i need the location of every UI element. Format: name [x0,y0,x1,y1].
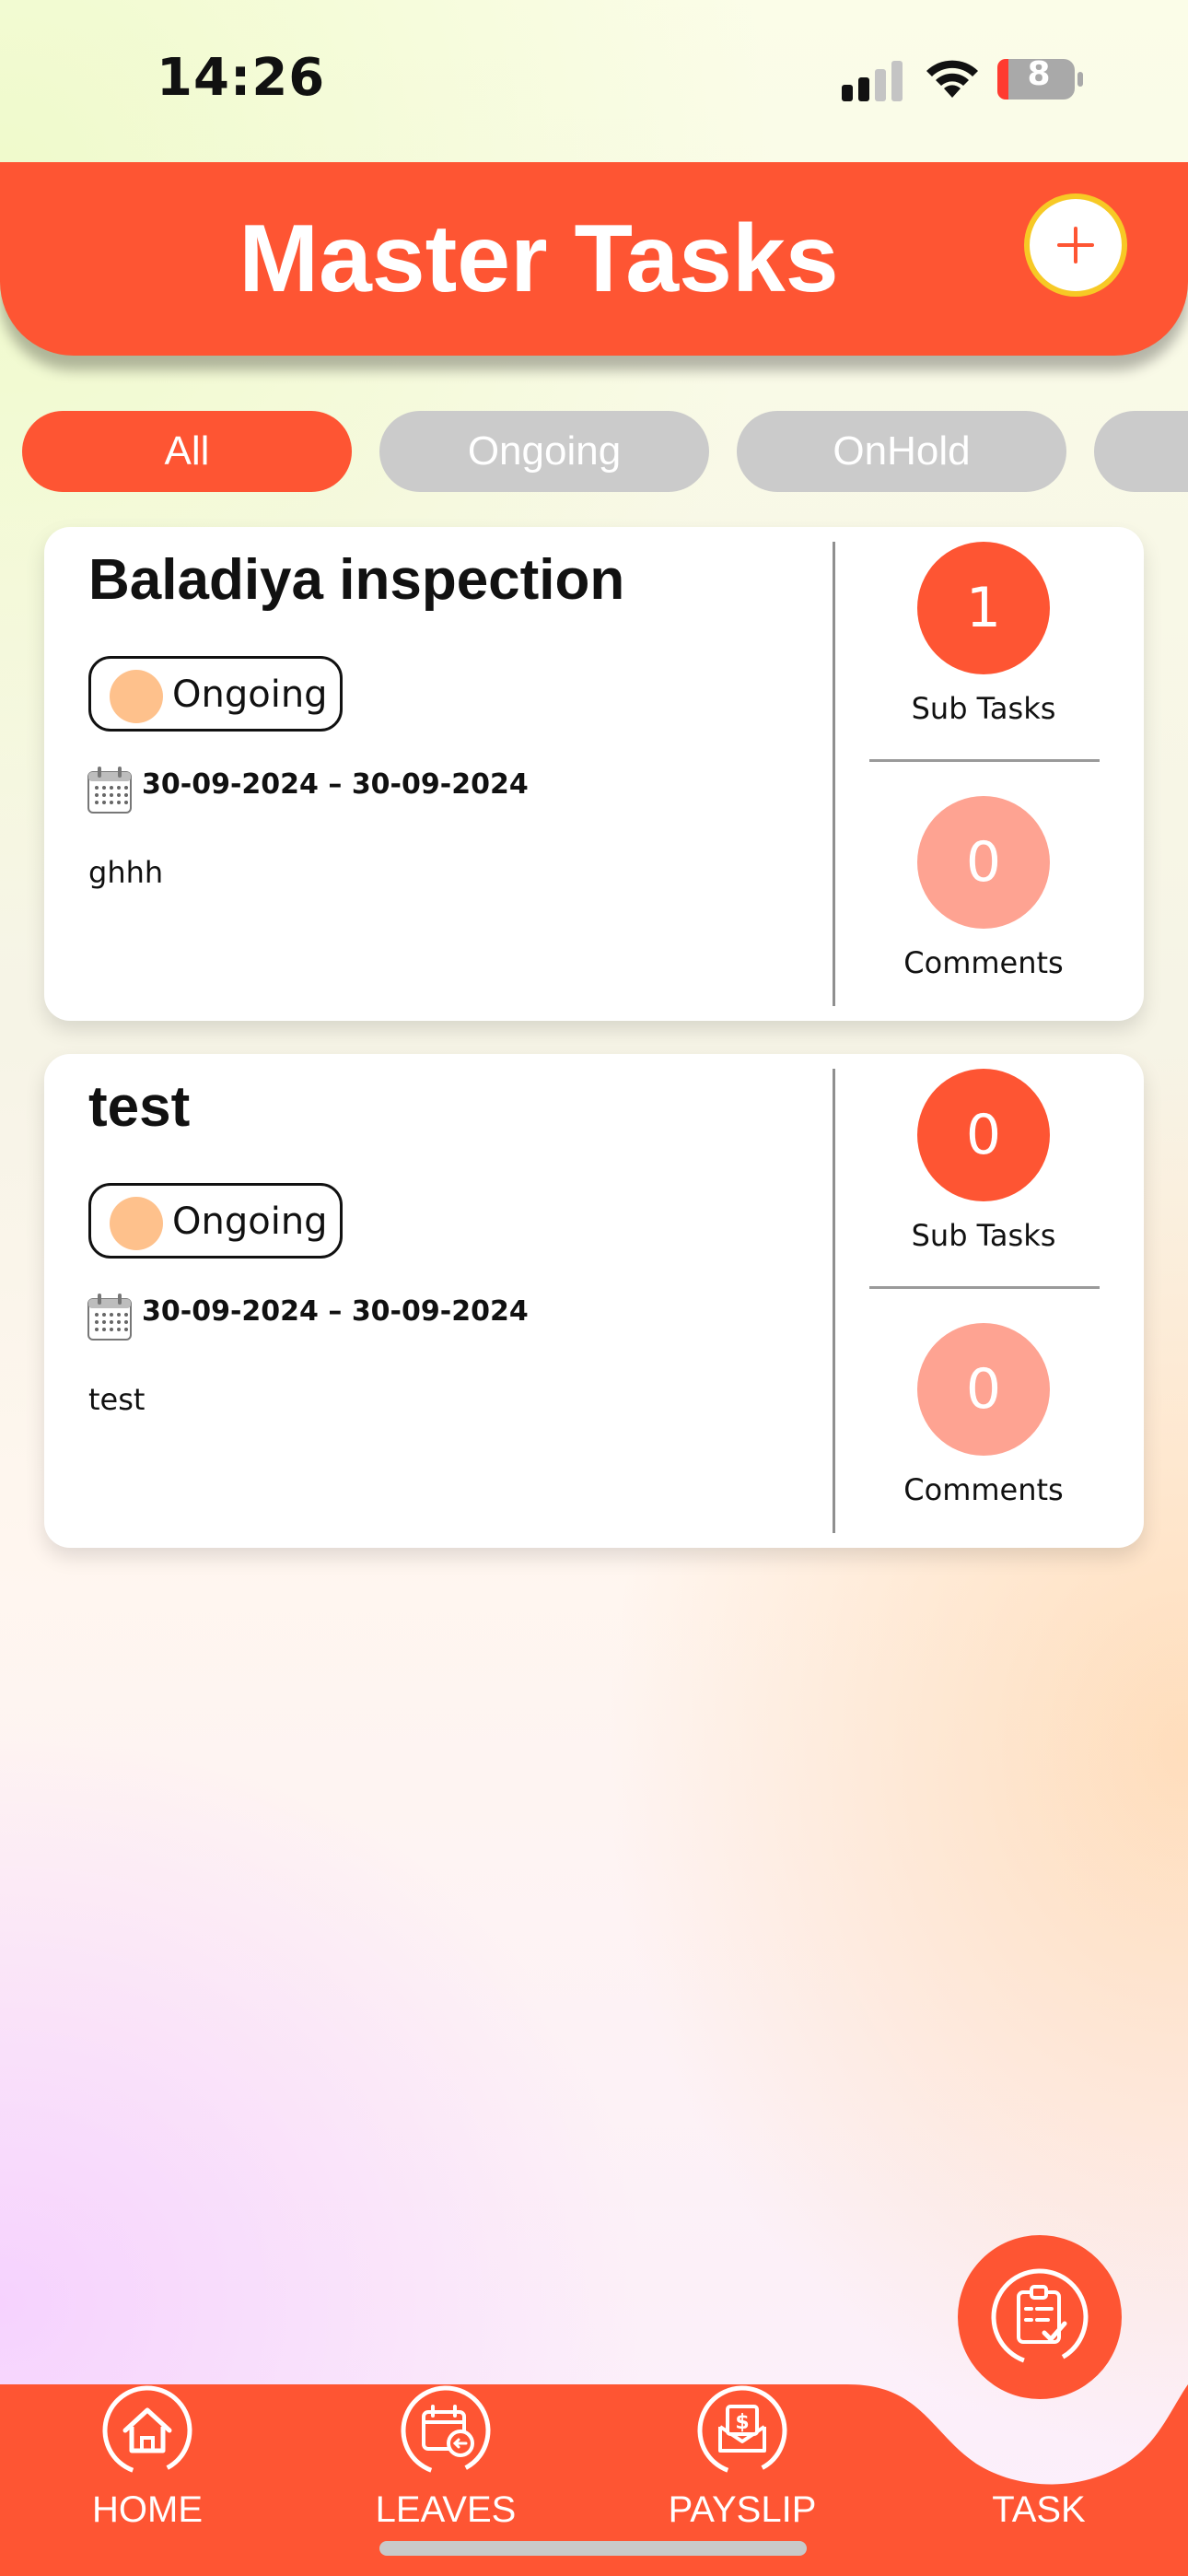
sub-tasks-count[interactable]: 0 [917,1069,1050,1201]
battery-level: 8 [1027,55,1051,93]
add-task-button[interactable] [1024,193,1127,297]
nav-leaves[interactable]: LEAVES [354,2384,538,2550]
task-description: ghhh [88,855,164,890]
payslip-icon: $ [697,2385,787,2476]
nav-task-button[interactable] [958,2235,1122,2399]
wifi-icon [926,60,978,98]
sub-tasks-label: Sub Tasks [911,1218,1056,1253]
comments-label: Comments [903,1472,1064,1507]
date-range: 30-09-2024 – 30-09-2024 [142,1295,529,1328]
stat-divider [869,759,1100,762]
plus-icon [1057,227,1094,263]
status-text: Ongoing [172,673,328,716]
task-description: test [88,1382,146,1417]
filter-ongoing[interactable]: Ongoing [379,411,709,492]
nav-payslip-label: PAYSLIP [668,2489,817,2530]
status-time: 14:26 [157,48,326,108]
nav-leaves-label: LEAVES [375,2489,517,2530]
card-divider [833,1069,835,1533]
status-bar: 14:26 8 [0,0,1188,157]
status-dot [110,670,163,723]
start-date: 30-09-2024 [142,1295,319,1328]
date-separator: – [328,1295,343,1328]
nav-task[interactable]: TASK [947,2384,1131,2550]
filter-tabs: All Ongoing OnHold [22,411,1188,492]
home-indicator [379,2541,807,2556]
home-icon [102,2385,192,2476]
status-chip: Ongoing [88,1183,343,1259]
calendar-icon [87,767,132,814]
task-title: test [88,1075,191,1139]
task-card[interactable]: Baladiya inspection Ongoing 30-09-2024 –… [44,527,1144,1021]
filter-onhold[interactable]: OnHold [737,411,1066,492]
leaves-icon [401,2385,491,2476]
nav-home-label: HOME [92,2489,203,2530]
nav-task-label: TASK [992,2489,1086,2530]
nav-home[interactable]: HOME [55,2384,239,2550]
sub-tasks-count[interactable]: 1 [917,542,1050,674]
end-date: 30-09-2024 [351,768,529,801]
card-divider [833,542,835,1006]
end-date: 30-09-2024 [351,1295,529,1328]
filter-more[interactable] [1094,411,1188,492]
task-icon [991,2268,1089,2366]
status-chip: Ongoing [88,656,343,732]
comments-label: Comments [903,945,1064,980]
calendar-icon [87,1294,132,1341]
nav-payslip[interactable]: $ PAYSLIP [650,2384,834,2550]
svg-text:$: $ [735,2411,749,2434]
comments-count[interactable]: 0 [917,796,1050,929]
sub-tasks-label: Sub Tasks [911,691,1056,726]
page-title: Master Tasks [239,205,839,312]
task-title: Baladiya inspection [88,548,625,612]
filter-all[interactable]: All [22,411,352,492]
comments-count[interactable]: 0 [917,1323,1050,1456]
header-bar: Master Tasks [0,162,1188,356]
date-range: 30-09-2024 – 30-09-2024 [142,768,529,801]
bottom-nav: HOME LEAVES $ PAYSLIP TASK [0,2235,1188,2576]
date-separator: – [328,768,343,801]
status-text: Ongoing [172,1200,328,1243]
task-card[interactable]: test Ongoing 30-09-2024 – 30-09-2024 tes… [44,1054,1144,1548]
status-dot [110,1197,163,1250]
signal-icon [842,61,903,101]
start-date: 30-09-2024 [142,768,319,801]
stat-divider [869,1286,1100,1289]
